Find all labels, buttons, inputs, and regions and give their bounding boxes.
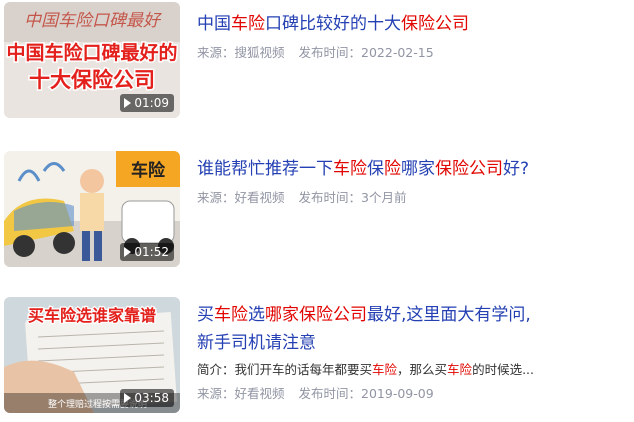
title-segment: 保险公司 — [401, 14, 469, 34]
result-desc-3: 简介：我们开车的话每年都要买车险，那么买车险的时候选... — [197, 359, 534, 378]
result-meta-3: 来源：好看视频 发布时间：2019-09-09 — [197, 383, 448, 402]
play-icon — [124, 98, 132, 108]
result-title-1[interactable]: 中国车险口碑比较好的十大保险公司 — [197, 10, 469, 38]
result-meta-1: 来源：搜狐视频 发布时间：2022-02-15 — [197, 42, 448, 61]
title-segment: 中国 — [197, 14, 231, 34]
video-thumbnail-3[interactable]: 买车险选谁家靠谱 整个理赔过程按需要说明 03:58 — [4, 297, 180, 413]
source-label: 来源：好看视频 — [197, 190, 285, 205]
date-label: 发布时间：3个月前 — [298, 190, 407, 205]
title-segment: 买 — [197, 305, 214, 325]
play-icon — [124, 393, 132, 403]
result-title-3-line1: 买车险选哪家保险公司最好,这里面大有学问, — [197, 301, 531, 329]
thumb-text-1a: 中国车险口碑最好的 — [6, 41, 177, 64]
source-label: 来源：好看视频 — [197, 386, 285, 401]
title-segment: 口碑比较好的十大 — [265, 14, 401, 34]
result-item-3[interactable]: 买车险选谁家靠谱 整个理赔过程按需要说明 03:58 买车险选哪家保险公司最好,… — [4, 297, 634, 415]
title-segment: ? — [520, 159, 530, 179]
thumb-sign-2: 车险 — [131, 160, 166, 181]
source-label: 来源：搜狐视频 — [197, 45, 285, 60]
desc-segment: 简介：我们开车的话每年都要买 — [197, 362, 373, 377]
title-segment: 保险公司 — [435, 159, 503, 179]
title-segment: 车险 — [214, 305, 248, 325]
thumb-text-1b: 十大保险公司 — [29, 68, 155, 92]
result-item-2[interactable]: 车险 01:52 谁能帮忙推荐一下车险保险哪家保险公司好? 来源：好看视频 发布时… — [4, 151, 634, 269]
title-segment: 最好,这里面大有学问, — [367, 305, 531, 325]
result-title-2[interactable]: 谁能帮忙推荐一下车险保险哪家保险公司好? — [197, 155, 529, 183]
date-label: 发布时间：2019-09-09 — [298, 386, 434, 401]
desc-segment: 车险 — [447, 362, 473, 377]
desc-segment: 车险 — [372, 362, 398, 377]
title-segment: 选 — [248, 305, 265, 325]
duration-badge-2: 01:52 — [120, 243, 174, 261]
result-title-3-line2: 新手司机请注意 — [197, 333, 316, 353]
title-segment: 保 — [367, 159, 384, 179]
title-segment: 哪家保险公司 — [265, 305, 367, 325]
desc-segment: ，那么买 — [397, 362, 448, 377]
title-segment: 车险 — [333, 159, 367, 179]
result-item-1[interactable]: 中国车险口碑最好 中国车险口碑最好的 十大保险公司 01:09 中国车险口碑比较… — [4, 2, 634, 120]
play-icon — [124, 247, 132, 257]
thumb-scribble-1: 中国车险口碑最好 — [24, 11, 162, 31]
desc-segment: 的时候选... — [472, 362, 534, 377]
date-label: 发布时间：2022-02-15 — [298, 45, 434, 60]
duration-badge-1: 01:09 — [120, 94, 174, 112]
title-segment: 险 — [384, 159, 401, 179]
title-segment: 好 — [503, 159, 520, 179]
title-segment: 谁能帮忙推荐一下 — [197, 159, 333, 179]
video-thumbnail-2[interactable]: 车险 01:52 — [4, 151, 180, 267]
duration-badge-3: 03:58 — [120, 389, 174, 407]
video-thumbnail-1[interactable]: 中国车险口碑最好 中国车险口碑最好的 十大保险公司 01:09 — [4, 2, 180, 118]
thumb-banner-3: 买车险选谁家靠谱 — [28, 306, 156, 325]
title-segment: 哪家 — [401, 159, 435, 179]
title-segment: 车险 — [231, 14, 265, 34]
result-meta-2: 来源：好看视频 发布时间：3个月前 — [197, 187, 420, 206]
result-title-3[interactable]: 买车险选哪家保险公司最好,这里面大有学问, 新手司机请注意 — [197, 301, 531, 357]
